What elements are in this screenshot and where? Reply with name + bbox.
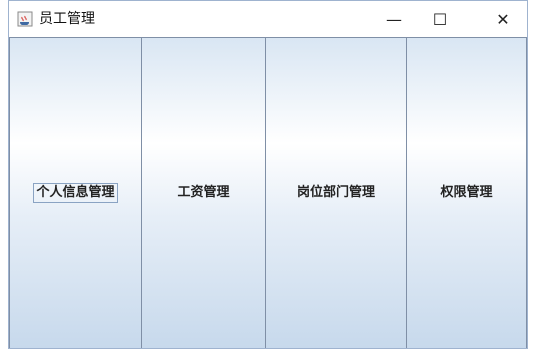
close-icon: ✕ <box>496 9 510 29</box>
button-label: 个人信息管理 <box>33 183 118 203</box>
minimize-button[interactable]: — <box>371 1 417 37</box>
personal-info-management-button[interactable]: 个人信息管理 <box>9 37 142 348</box>
app-window: 员工管理 — ☐ ✕ 个人信息管理 工资管理 岗位部门管理 权限管理 <box>8 0 528 349</box>
position-department-management-button[interactable]: 岗位部门管理 <box>266 37 407 348</box>
title-bar[interactable]: 员工管理 — ☐ ✕ <box>9 1 527 37</box>
minimize-icon: — <box>386 9 402 29</box>
button-label: 工资管理 <box>177 185 230 200</box>
button-label: 岗位部门管理 <box>296 185 375 200</box>
maximize-button[interactable]: ☐ <box>417 1 463 37</box>
salary-management-button[interactable]: 工资管理 <box>142 37 266 348</box>
java-coffee-icon <box>17 11 33 27</box>
window-title: 员工管理 <box>39 11 95 27</box>
maximize-icon: ☐ <box>432 9 448 29</box>
button-label: 权限管理 <box>440 185 493 200</box>
close-button[interactable]: ✕ <box>480 1 526 37</box>
main-button-panel: 个人信息管理 工资管理 岗位部门管理 权限管理 <box>9 37 527 348</box>
permission-management-button[interactable]: 权限管理 <box>407 37 527 348</box>
